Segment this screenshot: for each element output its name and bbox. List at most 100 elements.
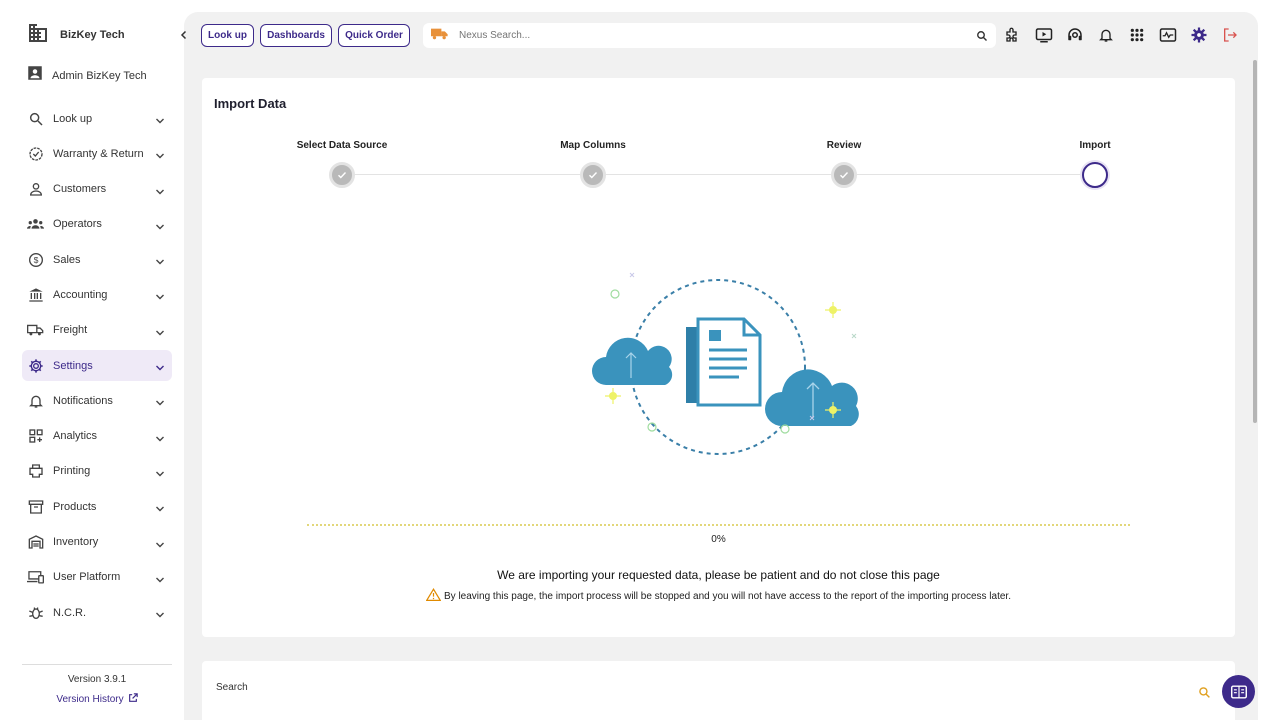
search-input[interactable]: [459, 30, 939, 41]
chevron-down-icon: [155, 572, 165, 590]
person-icon: [27, 181, 44, 198]
sidebar-item-printing[interactable]: Printing: [22, 456, 172, 487]
chevron-down-icon: [155, 607, 165, 625]
sidebar-item-accounting[interactable]: Accounting: [22, 279, 172, 310]
check-icon: [831, 162, 857, 188]
chevron-left-icon: [180, 30, 187, 40]
brand[interactable]: BizKey Tech: [26, 20, 125, 49]
check-icon: [329, 162, 355, 188]
dashboards-button[interactable]: Dashboards: [260, 24, 332, 47]
import-progress-track: [307, 524, 1130, 526]
leave-page-warning: By leaving this page, the import process…: [202, 588, 1235, 604]
support-headset-icon[interactable]: [1065, 25, 1085, 45]
step-label: Import: [1079, 140, 1111, 151]
sidebar-item-inventory[interactable]: Inventory: [22, 527, 172, 558]
step-review[interactable]: Review: [764, 140, 924, 188]
user-card-icon: [26, 64, 44, 87]
sidebar-item-label: Inventory: [53, 536, 99, 549]
import-status-message: We are importing your requested data, pl…: [497, 568, 940, 582]
search-icon[interactable]: [1198, 686, 1211, 704]
user-profile[interactable]: Admin BizKey Tech: [26, 64, 147, 87]
sidebar-item-user-platform[interactable]: User Platform: [22, 562, 172, 593]
version-history-link[interactable]: Version History: [22, 693, 172, 706]
sidebar-item-label: Warranty & Return: [53, 147, 144, 160]
apps-grid-icon[interactable]: [1127, 25, 1147, 45]
warning-icon: [425, 588, 442, 604]
monitor-pulse-icon[interactable]: [1158, 25, 1178, 45]
sidebar-item-warranty-return[interactable]: Warranty & Return: [22, 138, 172, 169]
logout-icon[interactable]: [1220, 25, 1240, 45]
video-play-icon[interactable]: [1034, 25, 1054, 45]
chevron-down-icon: [155, 254, 165, 272]
group-icon: [27, 216, 44, 233]
sidebar-item-operators[interactable]: Operators: [22, 209, 172, 240]
scrollbar[interactable]: [1253, 60, 1257, 423]
sidebar-item-freight[interactable]: Freight: [22, 315, 172, 346]
side-panel-button[interactable]: [1222, 675, 1255, 708]
sidebar-item-label: Products: [53, 500, 97, 513]
stepper-track: [342, 174, 1095, 175]
header-actions: [1003, 25, 1240, 45]
sidebar-item-products[interactable]: Products: [22, 491, 172, 522]
grid-plus-icon: [27, 428, 44, 445]
printer-icon: [27, 463, 44, 480]
bank-icon: [27, 286, 44, 303]
puzzle-icon[interactable]: [1003, 25, 1023, 45]
page-title: Import Data: [214, 96, 287, 111]
chevron-down-icon: [155, 148, 165, 166]
version-history-label: Version History: [56, 694, 124, 705]
truck-icon: [27, 322, 44, 339]
sidebar-item-label: Operators: [53, 218, 102, 231]
sidebar-item-settings[interactable]: Settings: [22, 350, 172, 382]
sidebar-item-notifications[interactable]: Notifications: [22, 385, 172, 416]
step-label: Review: [826, 140, 862, 151]
warning-text: By leaving this page, the import process…: [444, 590, 1011, 602]
sidebar-item-analytics[interactable]: Analytics: [22, 421, 172, 452]
sidebar-item-label: Analytics: [53, 430, 98, 443]
devices-icon: [27, 569, 44, 586]
sidebar-item-customers[interactable]: Customers: [22, 174, 172, 205]
bell-icon: [27, 392, 44, 409]
sidebar-item-label: Printing: [53, 465, 91, 478]
nexus-search[interactable]: [423, 23, 996, 48]
cloud-upload-illustration: [588, 270, 868, 475]
user-name: Admin BizKey Tech: [52, 69, 147, 82]
sidebar-item-label: Settings: [53, 359, 93, 372]
chevron-down-icon: [155, 537, 165, 555]
step-label: Map Columns: [560, 140, 626, 151]
sidebar-item-label: Notifications: [53, 394, 113, 407]
current-step-indicator: [1082, 162, 1108, 188]
chevron-down-icon: [155, 113, 165, 131]
sidebar-item-lookup[interactable]: Look up: [22, 103, 172, 134]
sidebar-item-ncr[interactable]: N.C.R.: [22, 597, 172, 628]
sidebar-item-label: Customers: [53, 183, 107, 196]
step-label: Select Data Source: [296, 140, 388, 151]
bell-icon[interactable]: [1096, 25, 1116, 45]
collapse-sidebar-button[interactable]: [176, 27, 192, 43]
step-import[interactable]: Import: [1015, 140, 1175, 188]
sidebar-item-label: User Platform: [53, 571, 121, 584]
step-select-data-source[interactable]: Select Data Source: [262, 140, 422, 188]
external-link-icon: [128, 693, 138, 706]
dollar-icon: $: [27, 251, 44, 268]
chevron-down-icon: [155, 466, 165, 484]
gear-icon: [27, 357, 44, 374]
progress-percent: 0%: [711, 534, 726, 545]
truck-icon: [431, 27, 449, 45]
sidebar: BizKey Tech Admin BizKey Tech Look up Wa…: [0, 0, 184, 720]
search-icon[interactable]: [976, 29, 988, 47]
chevron-down-icon: [155, 395, 165, 413]
chevron-down-icon: [155, 325, 165, 343]
quick-order-button[interactable]: Quick Order: [338, 24, 410, 47]
sidebar-item-sales[interactable]: $ Sales: [22, 244, 172, 275]
check-icon: [580, 162, 606, 188]
lookup-button[interactable]: Look up: [201, 24, 254, 47]
import-data-card: Import Data Select Data Source Map Colum…: [202, 78, 1235, 637]
step-map-columns[interactable]: Map Columns: [513, 140, 673, 188]
search-icon: [27, 110, 44, 127]
gear-icon[interactable]: [1189, 25, 1209, 45]
svg-text:$: $: [33, 255, 38, 265]
sidebar-item-label: Accounting: [53, 288, 108, 301]
sidebar-item-label: Sales: [53, 253, 81, 266]
building-icon: [26, 20, 50, 49]
